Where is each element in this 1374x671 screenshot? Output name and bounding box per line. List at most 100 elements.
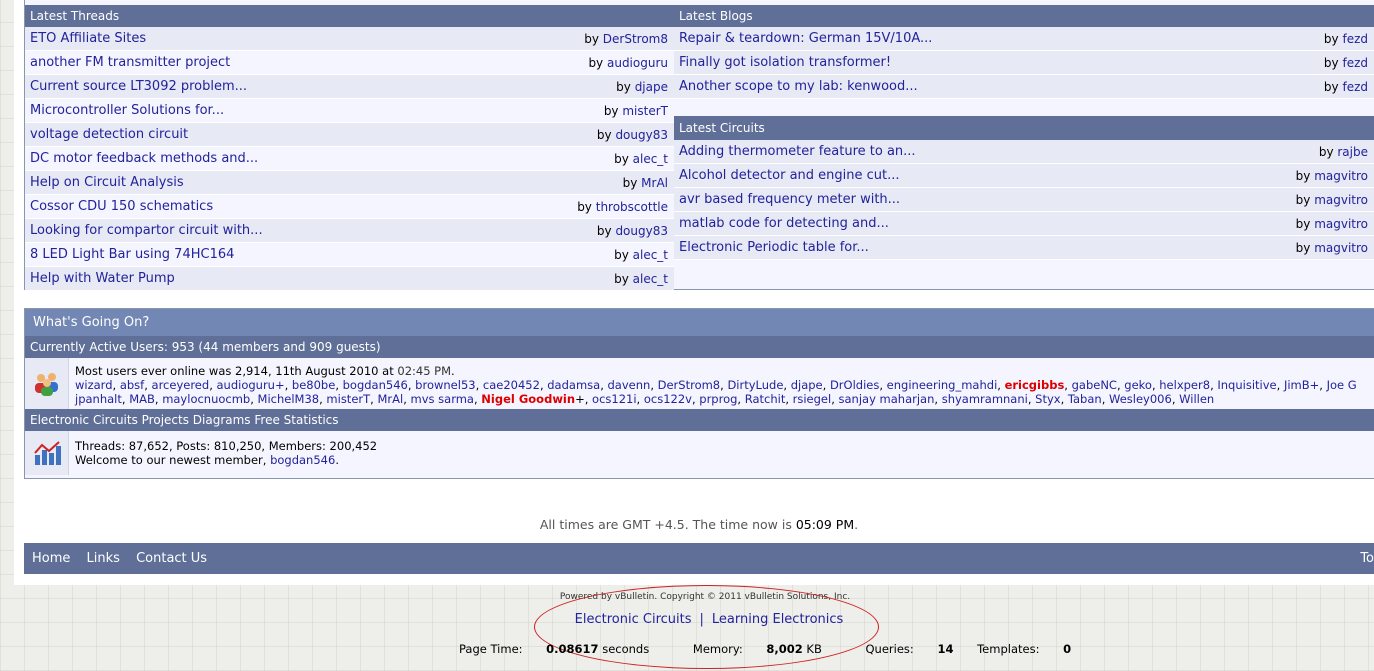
author-link[interactable]: dougy83 bbox=[615, 224, 668, 238]
blog-title-link[interactable]: Another scope to my lab: kenwood... bbox=[679, 75, 918, 99]
thread-title-link[interactable]: another FM transmitter project bbox=[30, 51, 230, 75]
online-user-link[interactable]: Willen bbox=[1179, 392, 1214, 406]
online-user-link[interactable]: Joe G bbox=[1327, 378, 1357, 392]
thread-title-link[interactable]: 8 LED Light Bar using 74HC164 bbox=[30, 243, 234, 267]
author-info: by magvitro bbox=[1296, 236, 1368, 260]
online-user-link[interactable]: dadamsa bbox=[547, 378, 600, 392]
online-user-link[interactable]: Nigel Goodwin bbox=[481, 392, 575, 406]
author-link[interactable]: fezd bbox=[1342, 32, 1368, 46]
thread-title-link[interactable]: Help with Water Pump bbox=[30, 267, 175, 291]
online-user-link[interactable]: bogdan546 bbox=[343, 378, 408, 392]
online-user-link[interactable]: MAB bbox=[129, 392, 155, 406]
author-link[interactable]: audioguru bbox=[607, 56, 668, 70]
author-link[interactable]: magvitro bbox=[1314, 241, 1368, 255]
online-user-link[interactable]: jpanhalt bbox=[75, 392, 122, 406]
author-link[interactable]: alec_t bbox=[633, 248, 668, 262]
blog-title-link[interactable]: Finally got isolation transformer! bbox=[679, 51, 891, 75]
online-user-link[interactable]: maylocnuocmb bbox=[162, 392, 250, 406]
thread-title-link[interactable]: DC motor feedback methods and... bbox=[30, 147, 258, 171]
online-user-link[interactable]: misterT bbox=[326, 392, 370, 406]
author-link[interactable]: fezd bbox=[1342, 80, 1368, 94]
online-user-link[interactable]: MrAl bbox=[377, 392, 403, 406]
footer-navbar: Home Links Contact Us To bbox=[24, 543, 1374, 574]
circuit-title-link[interactable]: matlab code for detecting and... bbox=[679, 212, 889, 236]
online-user-link[interactable]: davenn bbox=[608, 378, 651, 392]
red-annotation-oval bbox=[534, 585, 879, 669]
page-time-label: Page Time: bbox=[459, 642, 523, 656]
links-link[interactable]: Links bbox=[87, 551, 120, 566]
online-user-link[interactable]: helxper8 bbox=[1159, 378, 1210, 392]
thread-title-link[interactable]: ETO Affiliate Sites bbox=[30, 27, 146, 51]
author-link[interactable]: misterT bbox=[622, 104, 668, 118]
online-user-link[interactable]: Taban bbox=[1068, 392, 1102, 406]
by-label: by bbox=[1295, 216, 1311, 231]
online-user-link[interactable]: geko bbox=[1124, 378, 1152, 392]
online-user-link[interactable]: engineering_mahdi bbox=[887, 378, 998, 392]
by-label: by bbox=[577, 199, 592, 214]
online-user-link[interactable]: be80be bbox=[292, 378, 335, 392]
online-user-link[interactable]: DrOldies bbox=[830, 378, 879, 392]
online-user-link[interactable]: prprog bbox=[699, 392, 737, 406]
online-user-link[interactable]: wizard bbox=[75, 378, 113, 392]
author-link[interactable]: fezd bbox=[1342, 56, 1368, 70]
online-user-link[interactable]: ocs122v bbox=[644, 392, 692, 406]
author-link[interactable]: djape bbox=[635, 80, 668, 94]
online-user-link[interactable]: Ratchit bbox=[745, 392, 786, 406]
thread-title-link[interactable]: Cossor CDU 150 schematics bbox=[30, 195, 213, 219]
thread-title-link[interactable]: voltage detection circuit bbox=[30, 123, 188, 147]
online-user-link[interactable]: Wesley006 bbox=[1109, 392, 1172, 406]
author-link[interactable]: throbscottle bbox=[596, 200, 668, 214]
online-user-link[interactable]: MichelM38 bbox=[258, 392, 320, 406]
circuit-row: matlab code for detecting and... by magvi… bbox=[674, 212, 1374, 236]
online-user-link[interactable]: brownel53 bbox=[415, 378, 475, 392]
online-user-link[interactable]: ericgibbs bbox=[1005, 378, 1065, 392]
online-user-link[interactable]: djape bbox=[791, 378, 823, 392]
page-time-value: 0.08617 bbox=[546, 642, 599, 656]
circuit-title-link[interactable]: Electronic Periodic table for... bbox=[679, 236, 869, 260]
blog-title-link[interactable]: Repair & teardown: German 15V/10A... bbox=[679, 27, 932, 51]
statistics-text: Threads: 87,652, Posts: 810,250, Members… bbox=[75, 439, 378, 467]
online-user-link[interactable]: DerStrom8 bbox=[658, 378, 721, 392]
thread-title-link[interactable]: Help on Circuit Analysis bbox=[30, 171, 184, 195]
online-user-link[interactable]: Inquisitive bbox=[1217, 378, 1276, 392]
author-link[interactable]: MrAl bbox=[641, 176, 668, 190]
online-user-link[interactable]: mvs sarma bbox=[411, 392, 474, 406]
thread-title-link[interactable]: Microcontroller Solutions for... bbox=[30, 99, 224, 123]
thread-title-link[interactable]: Current source LT3092 problem... bbox=[30, 75, 247, 99]
circuit-title-link[interactable]: Alcohol detector and engine cut... bbox=[679, 164, 900, 188]
online-user-link[interactable]: rsiegel bbox=[793, 392, 832, 406]
active-users-block: Most users ever online was 2,914, 11th A… bbox=[25, 358, 1374, 409]
latest-threads-panel: Latest Threads ETO Affiliate Sites by Der… bbox=[24, 0, 675, 291]
online-user-link[interactable]: DirtyLude bbox=[727, 378, 783, 392]
online-user-link[interactable]: Styx bbox=[1035, 392, 1060, 406]
top-link[interactable]: To bbox=[1360, 543, 1374, 574]
online-user-link[interactable]: ocs121i bbox=[592, 392, 637, 406]
thread-title-link[interactable]: Looking for compartor circuit with... bbox=[30, 219, 263, 243]
online-user-link[interactable]: gabeNC bbox=[1072, 378, 1117, 392]
online-user-link[interactable]: JimB+ bbox=[1284, 378, 1319, 392]
author-info: by fezd bbox=[1324, 51, 1368, 75]
author-link[interactable]: magvitro bbox=[1314, 193, 1368, 207]
whats-going-on-title[interactable]: What's Going On? bbox=[25, 309, 1374, 336]
blog-row: Another scope to my lab: kenwood... by fe… bbox=[674, 75, 1374, 99]
online-user-link[interactable]: arceyered bbox=[152, 378, 210, 392]
author-link[interactable]: rajbe bbox=[1337, 145, 1368, 159]
author-link[interactable]: alec_t bbox=[633, 272, 668, 286]
online-user-link[interactable]: absf bbox=[120, 378, 144, 392]
online-user-link[interactable]: audioguru+ bbox=[217, 378, 285, 392]
by-label: by bbox=[588, 55, 604, 70]
contact-us-link[interactable]: Contact Us bbox=[136, 551, 207, 566]
online-user-link[interactable]: sanjay maharjan bbox=[839, 392, 935, 406]
timezone-info: All times are GMT +4.5. The time now is … bbox=[539, 517, 859, 532]
home-link[interactable]: Home bbox=[32, 551, 70, 566]
online-user-link[interactable]: cae20452 bbox=[483, 378, 540, 392]
author-link[interactable]: alec_t bbox=[633, 152, 668, 166]
circuit-title-link[interactable]: Adding thermometer feature to an... bbox=[679, 140, 916, 164]
author-link[interactable]: DerStrom8 bbox=[603, 32, 668, 46]
online-user-link[interactable]: shyamramnani bbox=[942, 392, 1028, 406]
author-link[interactable]: magvitro bbox=[1314, 169, 1368, 183]
author-link[interactable]: dougy83 bbox=[615, 128, 668, 142]
author-link[interactable]: magvitro bbox=[1314, 217, 1368, 231]
newest-member-link[interactable]: bogdan546 bbox=[270, 453, 335, 467]
circuit-title-link[interactable]: avr based frequency meter with... bbox=[679, 188, 900, 212]
